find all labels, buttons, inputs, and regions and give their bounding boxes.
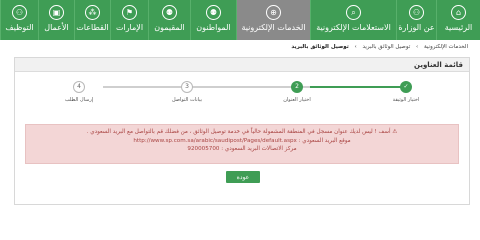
search-icon: ⌕ <box>346 5 361 20</box>
citizen-icon: ⚉ <box>206 5 221 20</box>
stepper-track-done <box>310 86 406 88</box>
nav-item-business[interactable]: ▣ الأعمال <box>38 0 74 40</box>
step-4-indicator: 4 <box>73 81 85 93</box>
breadcrumb-separator: › <box>354 44 357 50</box>
globe-icon: ⊕ <box>266 5 281 20</box>
nav-label: الأعمال <box>44 23 69 32</box>
step-1-label: اختيار الوثيقة <box>392 97 420 103</box>
nav-label: القطاعات <box>76 23 109 32</box>
address-list-panel: قائمة العناوين ✓ اختيار الوثيقة 2 اختيار… <box>14 57 470 205</box>
nav-label: الخدمات الإلكترونية <box>241 23 306 32</box>
alert-website[interactable]: موقع البريد السعودي : http://www.sp.com.… <box>26 137 458 146</box>
nav-label: الاستعلامات الإلكترونية <box>316 23 391 32</box>
step-2-indicator: 2 <box>291 81 303 93</box>
nav-label: المواطنون <box>196 23 231 32</box>
nav-item-employment[interactable]: ⚇ التوظيف <box>0 0 38 40</box>
home-icon: ⌂ <box>451 5 466 20</box>
step-4-label: إرسال الطلب <box>64 97 94 103</box>
nav-item-home[interactable]: ⌂ الرئيسية <box>436 0 480 40</box>
nav-label: عن الوزارة <box>398 23 435 32</box>
nav-label: الإمارات <box>115 23 144 32</box>
nav-item-citizens[interactable]: ⚉ المواطنون <box>190 0 236 40</box>
alert-message: ⚠ أسف ! ليس لديك عنوان مسجل في المنطقة ا… <box>86 129 398 135</box>
top-navigation: ⌂ الرئيسية ⚇ عن الوزارة ⌕ الاستعلامات ال… <box>0 0 480 40</box>
back-button[interactable]: عودة <box>226 171 260 183</box>
emirates-icon: ⚑ <box>122 5 137 20</box>
briefcase-icon: ▣ <box>49 5 64 20</box>
error-alert: ⚠ أسف ! ليس لديك عنوان مسجل في المنطقة ا… <box>25 124 459 164</box>
breadcrumb-item[interactable]: الخدمات الإلكترونية <box>424 44 468 50</box>
nav-item-residents[interactable]: ⚉ المقيمون <box>148 0 190 40</box>
nav-label: الرئيسية <box>444 23 473 32</box>
nav-item-sectors[interactable]: ⁂ القطاعات <box>74 0 110 40</box>
step-2-label: اختيار العنوان <box>283 97 311 103</box>
nav-item-about[interactable]: ⚇ عن الوزارة <box>396 0 436 40</box>
employment-icon: ⚇ <box>12 5 27 20</box>
progress-stepper: ✓ اختيار الوثيقة 2 اختيار العنوان 3 بيان… <box>15 78 469 108</box>
people-icon: ⚇ <box>409 5 424 20</box>
step-3-indicator: 3 <box>181 81 193 93</box>
nav-item-emirates[interactable]: ⚑ الإمارات <box>110 0 148 40</box>
step-1-check-icon: ✓ <box>400 81 412 93</box>
nav-item-eservices[interactable]: ⊕ الخدمات الإلكترونية <box>236 0 310 40</box>
resident-icon: ⚉ <box>162 5 177 20</box>
alert-call-center: مركز الاتصالات البريد السعودي : 92000570… <box>187 146 297 152</box>
nav-label: المقيمون <box>154 23 185 32</box>
sectors-icon: ⁂ <box>85 5 100 20</box>
breadcrumb-separator: › <box>415 44 419 50</box>
nav-item-inquiries[interactable]: ⌕ الاستعلامات الإلكترونية <box>310 0 396 40</box>
breadcrumb: الخدمات الإلكترونية › توصيل الوثائق بالب… <box>289 44 470 50</box>
nav-label: التوظيف <box>5 23 34 32</box>
breadcrumb-current: توصيل الوثائق بالبريد <box>291 44 349 50</box>
breadcrumb-item[interactable]: توصيل الوثائق بالبريد <box>363 44 411 50</box>
step-3-label: بيانات التواصل <box>171 97 203 103</box>
panel-title: قائمة العناوين <box>15 58 469 72</box>
